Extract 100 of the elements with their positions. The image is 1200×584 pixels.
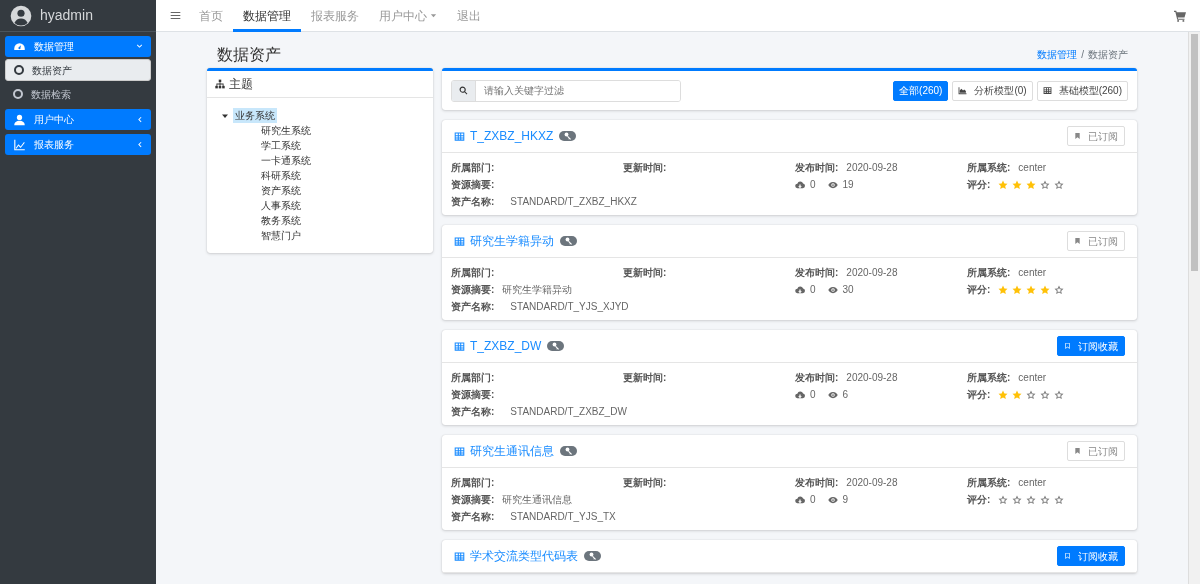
field-label: 评分: (967, 388, 991, 402)
field-value: center (1018, 161, 1047, 175)
subscribe-button[interactable]: 已订阅 (1067, 441, 1125, 461)
field-value: center (1018, 371, 1047, 385)
field-label: 所属部门: (451, 371, 495, 385)
eye-icon (827, 389, 838, 400)
sidebar-group[interactable]: 数据管理 (5, 36, 151, 57)
star-icon (998, 389, 1009, 400)
field-value: 研究生通讯信息 (502, 493, 573, 507)
tree-node[interactable]: 科研系统 (221, 168, 433, 183)
asset-title[interactable]: T_ZXBZ_DW (470, 337, 542, 355)
sidebar-item[interactable]: 数据资产 (5, 59, 151, 81)
download-count: 0 (810, 388, 816, 402)
field-label: 所属部门: (451, 266, 495, 280)
field-label: 发布时间: (795, 476, 839, 490)
circle-icon (13, 89, 23, 99)
chevron-down-icon (136, 43, 143, 50)
tree-node[interactable]: 智慧门户 (221, 228, 433, 243)
sidebar-group[interactable]: 报表服务 (5, 134, 151, 155)
star-outline-icon (1012, 494, 1023, 505)
asset-title[interactable]: 研究生学籍异动 (470, 232, 554, 250)
nav-tab[interactable]: 报表服务 (301, 0, 369, 32)
tree-node[interactable]: 资产系统 (221, 183, 433, 198)
page-title: 数据资产 (217, 44, 281, 65)
sitemap-icon (215, 79, 225, 89)
field-label: 发布时间: (795, 266, 839, 280)
field-label: 所属系统: (967, 161, 1011, 175)
field-value: 2020-09-28 (846, 476, 898, 490)
star-outline-icon (1040, 389, 1051, 400)
subscribe-button[interactable]: 订阅收藏 (1057, 546, 1125, 566)
subscribe-button[interactable]: 已订阅 (1067, 126, 1125, 146)
star-outline-icon (1054, 284, 1065, 295)
sidebar-group[interactable]: 用户中心 (5, 109, 151, 130)
field-label: 评分: (967, 283, 991, 297)
tree-node[interactable]: 教务系统 (221, 213, 433, 228)
star-icon (1012, 284, 1023, 295)
star-outline-icon (1054, 179, 1065, 190)
field-value: STANDARD/T_ZXBZ_DW (510, 405, 627, 419)
subscribe-button[interactable]: 订阅收藏 (1057, 336, 1125, 356)
subscribe-button[interactable]: 已订阅 (1067, 231, 1125, 251)
scrollbar[interactable] (1188, 32, 1200, 584)
search-icon (459, 86, 468, 95)
field-value: STANDARD/T_YJS_XJYD (510, 300, 629, 314)
field-label: 资源摘要: (451, 283, 495, 297)
field-label: 资产名称: (451, 300, 495, 314)
field-value: center (1018, 266, 1047, 280)
field-label: 所属部门: (451, 476, 495, 490)
view-count: 30 (842, 283, 854, 297)
nav-tab[interactable]: 退出 (447, 0, 491, 32)
view-count: 6 (842, 388, 849, 402)
nav-tab[interactable]: 数据管理 (233, 0, 301, 32)
eye-icon (827, 284, 838, 295)
eye-icon (827, 494, 838, 505)
asset-title[interactable]: 研究生通讯信息 (470, 442, 554, 460)
filter-button[interactable]: 基础模型(260) (1036, 80, 1128, 101)
caret-down-icon (430, 12, 437, 19)
star-outline-icon (1040, 494, 1051, 505)
filter-button[interactable]: 分析模型(0) (952, 80, 1033, 101)
tree-node[interactable]: 业务系统 (233, 108, 277, 123)
field-value: center (1018, 476, 1047, 490)
star-icon (1026, 179, 1037, 190)
search-field[interactable]: 请输入关键字过滤 (451, 79, 681, 102)
field-label: 发布时间: (795, 371, 839, 385)
download-count: 0 (810, 283, 816, 297)
breadcrumb-current: 数据资产 (1088, 48, 1128, 62)
star-outline-icon (1026, 494, 1037, 505)
table-icon (454, 445, 465, 457)
asset-title[interactable]: 学术交流类型代码表 (470, 547, 578, 565)
star-outline-icon (1040, 179, 1051, 190)
star-icon (1040, 284, 1051, 295)
nav-tab[interactable]: 首页 (189, 0, 233, 32)
star-outline-icon (1026, 389, 1037, 400)
field-label: 所属系统: (967, 476, 1011, 490)
field-label: 评分: (967, 493, 991, 507)
breadcrumb-link[interactable]: 数据管理 (1037, 47, 1078, 62)
field-value: 2020-09-28 (846, 371, 898, 385)
star-icon (998, 179, 1009, 190)
field-value: 2020-09-28 (846, 266, 898, 280)
key-icon (588, 552, 597, 560)
tree-node[interactable]: 人事系统 (221, 198, 433, 213)
field-value: STANDARD/T_ZXBZ_HKXZ (510, 195, 637, 209)
field-label: 发布时间: (795, 161, 839, 175)
tree-node[interactable]: 一卡通系统 (221, 153, 433, 168)
bookmark-icon (1074, 237, 1081, 245)
cart-icon[interactable] (1174, 9, 1186, 22)
bookmark-icon (1074, 132, 1081, 140)
chevron-left-icon (136, 141, 143, 148)
nav-tab[interactable]: 用户中心 (369, 0, 447, 32)
cloud-download-icon (795, 494, 805, 505)
field-label: 更新时间: (623, 266, 667, 280)
tree-node[interactable]: 研究生系统 (221, 123, 433, 138)
line-chart-icon (13, 138, 26, 151)
filter-button[interactable]: 全部(260) (893, 80, 949, 101)
sidebar-item[interactable]: 数据检索 (5, 83, 151, 105)
field-label: 资产名称: (451, 195, 495, 209)
asset-title[interactable]: T_ZXBZ_HKXZ (470, 127, 554, 145)
field-label: 更新时间: (623, 476, 667, 490)
field-label: 所属部门: (451, 161, 495, 175)
tree-node[interactable]: 学工系统 (221, 138, 433, 153)
username: hyadmin (40, 6, 93, 25)
